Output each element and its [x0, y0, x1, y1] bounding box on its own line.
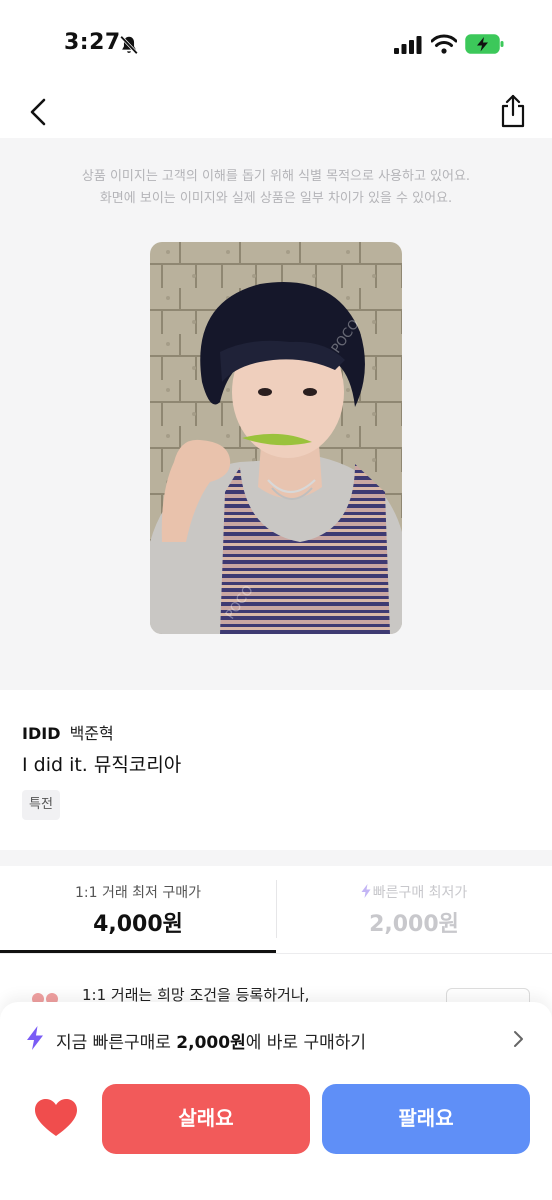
- wifi-icon: [431, 34, 457, 54]
- section-divider: [0, 850, 552, 866]
- product-title: I did it. 뮤직코리아: [22, 754, 182, 776]
- active-tab-indicator: [0, 950, 276, 953]
- bell-slash-icon: [120, 35, 138, 55]
- member-name: 백준혁: [69, 724, 114, 743]
- quick-buy-price: 2,000원: [176, 1033, 246, 1053]
- buy-button[interactable]: 살래요: [102, 1084, 310, 1154]
- sell-button[interactable]: 팔래요: [322, 1084, 530, 1154]
- chevron-right-icon: [514, 1031, 523, 1047]
- tab-direct-lowest-price[interactable]: 1:1 거래 최저 구매가 4,000원: [0, 866, 276, 954]
- chevron-left-icon[interactable]: [24, 94, 56, 130]
- quick-buy-banner[interactable]: 지금 빠른구매로 2,000원에 바로 구매하기: [0, 1016, 552, 1060]
- tab-quick-lowest-price[interactable]: 빠른구매 최저가 2,000원: [276, 866, 552, 954]
- bolt-icon: [361, 884, 371, 898]
- bolt-icon: [27, 1026, 43, 1050]
- nav-bar: [0, 90, 552, 138]
- price-tab-label: 1:1 거래 최저 구매가: [74, 885, 202, 901]
- category-tag: 특전: [22, 790, 60, 820]
- price-tab-value: 2,000원: [369, 912, 459, 937]
- status-time: 3:27: [64, 30, 121, 55]
- quick-buy-prefix: 지금 빠른구매로: [56, 1033, 177, 1053]
- image-disclaimer: 상품 이미지는 고객의 이해를 돕기 위해 식별 목적으로 사용하고 있어요. …: [0, 166, 552, 210]
- product-info: IDID 백준혁 I did it. 뮤직코리아 특전: [0, 690, 552, 850]
- status-bar: 3:27: [0, 0, 552, 90]
- price-tab-label: 빠른구매 최저가: [372, 885, 468, 901]
- bottom-action-sheet: 지금 빠른구매로 2,000원에 바로 구매하기 살래요 팔래요: [0, 1002, 552, 1200]
- share-icon[interactable]: [496, 92, 530, 130]
- battery-charging-icon: [465, 34, 504, 54]
- quick-buy-suffix: 에 바로 구매하기: [245, 1033, 367, 1053]
- heart-icon[interactable]: [34, 1098, 78, 1138]
- price-tab-label-row: 빠른구매 최저가: [276, 882, 552, 902]
- cellular-signal-icon: [394, 36, 422, 54]
- product-image-section: 상품 이미지는 고객의 이해를 돕기 위해 식별 목적으로 사용하고 있어요. …: [0, 138, 552, 690]
- quick-buy-text: 지금 빠른구매로 2,000원에 바로 구매하기: [56, 1028, 366, 1053]
- photocard-image[interactable]: POCO POCO: [150, 242, 402, 634]
- disclaimer-line-2: 화면에 보이는 이미지와 실제 상품은 일부 차이가 있을 수 있어요.: [99, 191, 453, 206]
- price-tabs: 1:1 거래 최저 구매가 4,000원 빠른구매 최저가 2,000원: [0, 866, 552, 956]
- disclaimer-line-1: 상품 이미지는 고객의 이해를 돕기 위해 식별 목적으로 사용하고 있어요.: [81, 169, 471, 184]
- tabs-baseline: [0, 953, 552, 954]
- brand-name[interactable]: IDID: [22, 724, 60, 743]
- price-tab-value: 4,000원: [93, 912, 183, 937]
- brand-line: IDID 백준혁: [22, 720, 114, 744]
